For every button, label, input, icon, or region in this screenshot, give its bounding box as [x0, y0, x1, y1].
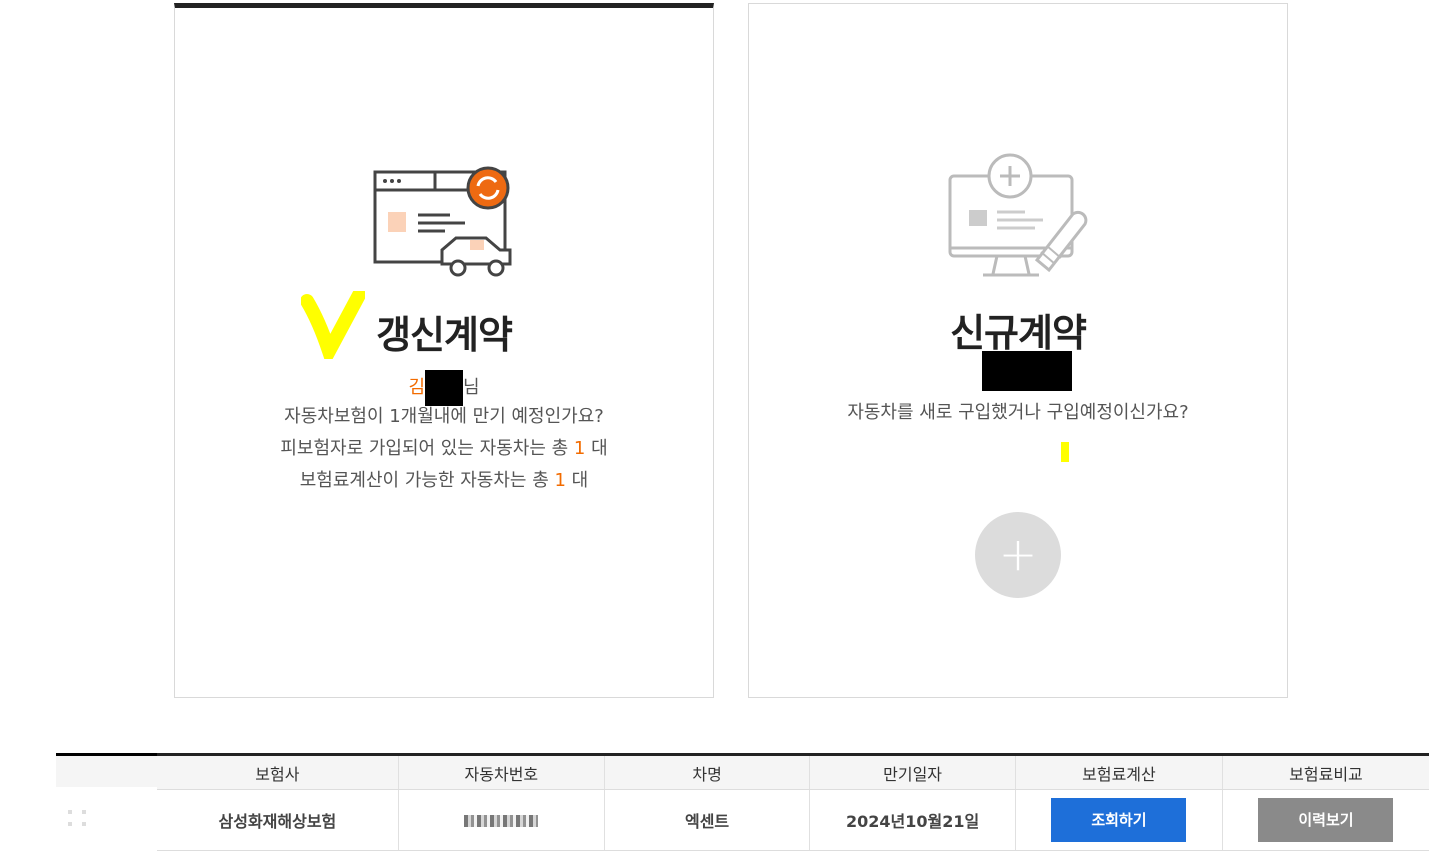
renew-contract-icon — [373, 166, 512, 277]
header-premium-calc: 보험료계산 — [1015, 756, 1223, 790]
customer-name-suffix: 님 — [463, 377, 480, 398]
header-premium-compare: 보험료비교 — [1222, 756, 1429, 790]
premium-compare-cell: 이력보기 — [1222, 789, 1429, 851]
add-icon: + — [998, 527, 1038, 581]
car-number-cell — [398, 789, 605, 851]
vehicle-list: 보험사 자동차번호 차명 만기일자 보험료계산 보험료비교 삼성화재해상보험 엑… — [157, 756, 1429, 851]
row-checkbox[interactable] — [68, 810, 88, 828]
calc-cars-count: 1 — [554, 470, 566, 491]
header-expiry-date: 만기일자 — [809, 756, 1016, 790]
renew-title: 갱신계약 — [376, 313, 513, 357]
row-select-cell[interactable] — [56, 756, 157, 846]
calc-cars-unit: 대 — [565, 470, 589, 491]
new-contract-icon — [948, 153, 1088, 277]
name-redaction — [982, 351, 1072, 391]
add-new-contract-button[interactable]: + — [975, 512, 1061, 598]
highlight-mark — [1061, 442, 1069, 462]
insured-cars-unit: 대 — [585, 438, 608, 459]
renew-desc-line1: 자동차보험이 1개월내에 만기 예정인가요? — [284, 406, 604, 427]
renew-desc-line2: 피보험자로 가입되어 있는 자동차는 총 1 대 — [175, 433, 713, 465]
insured-cars-count: 1 — [573, 438, 586, 459]
customer-name-prefix: 김 — [408, 377, 425, 398]
expiry-date-cell: 2024년10월21일 — [809, 789, 1016, 851]
new-contract-card[interactable]: 신규계약 자동차를 새로 구입했거나 구입예정이신가요? + — [748, 3, 1288, 698]
history-button[interactable]: 이력보기 — [1258, 798, 1394, 842]
header-insurer: 보험사 — [157, 756, 399, 790]
premium-calc-cell: 조회하기 — [1015, 789, 1223, 851]
header-car-name: 차명 — [604, 756, 811, 790]
renew-contract-card[interactable]: 갱신계약 김 님 자동차보험이 1개월내에 만기 예정인가요? 피보험자로 가입되… — [174, 3, 714, 698]
new-title: 신규계약 — [950, 311, 1087, 355]
car-number-redaction — [464, 815, 539, 827]
table-row: 삼성화재해상보험 엑센트 2024년10월21일 조회하기 이력보기 — [157, 789, 1429, 851]
car-name-cell: 엑센트 — [604, 789, 811, 851]
new-desc-line1: 자동차를 새로 구입했거나 구입예정이신가요? — [847, 402, 1189, 423]
insured-cars-label: 피보험자로 가입되어 있는 자동차는 총 — [280, 438, 574, 459]
lookup-button[interactable]: 조회하기 — [1051, 798, 1187, 842]
renew-desc-line3: 보험료계산이 가능한 자동차는 총 1 대 — [175, 465, 713, 497]
table-header-row: 보험사 자동차번호 차명 만기일자 보험료계산 보험료비교 — [157, 756, 1429, 790]
calc-cars-label: 보험료계산이 가능한 자동차는 총 — [299, 470, 555, 491]
header-car-number: 자동차번호 — [398, 756, 605, 790]
insurer-cell: 삼성화재해상보험 — [157, 789, 399, 851]
